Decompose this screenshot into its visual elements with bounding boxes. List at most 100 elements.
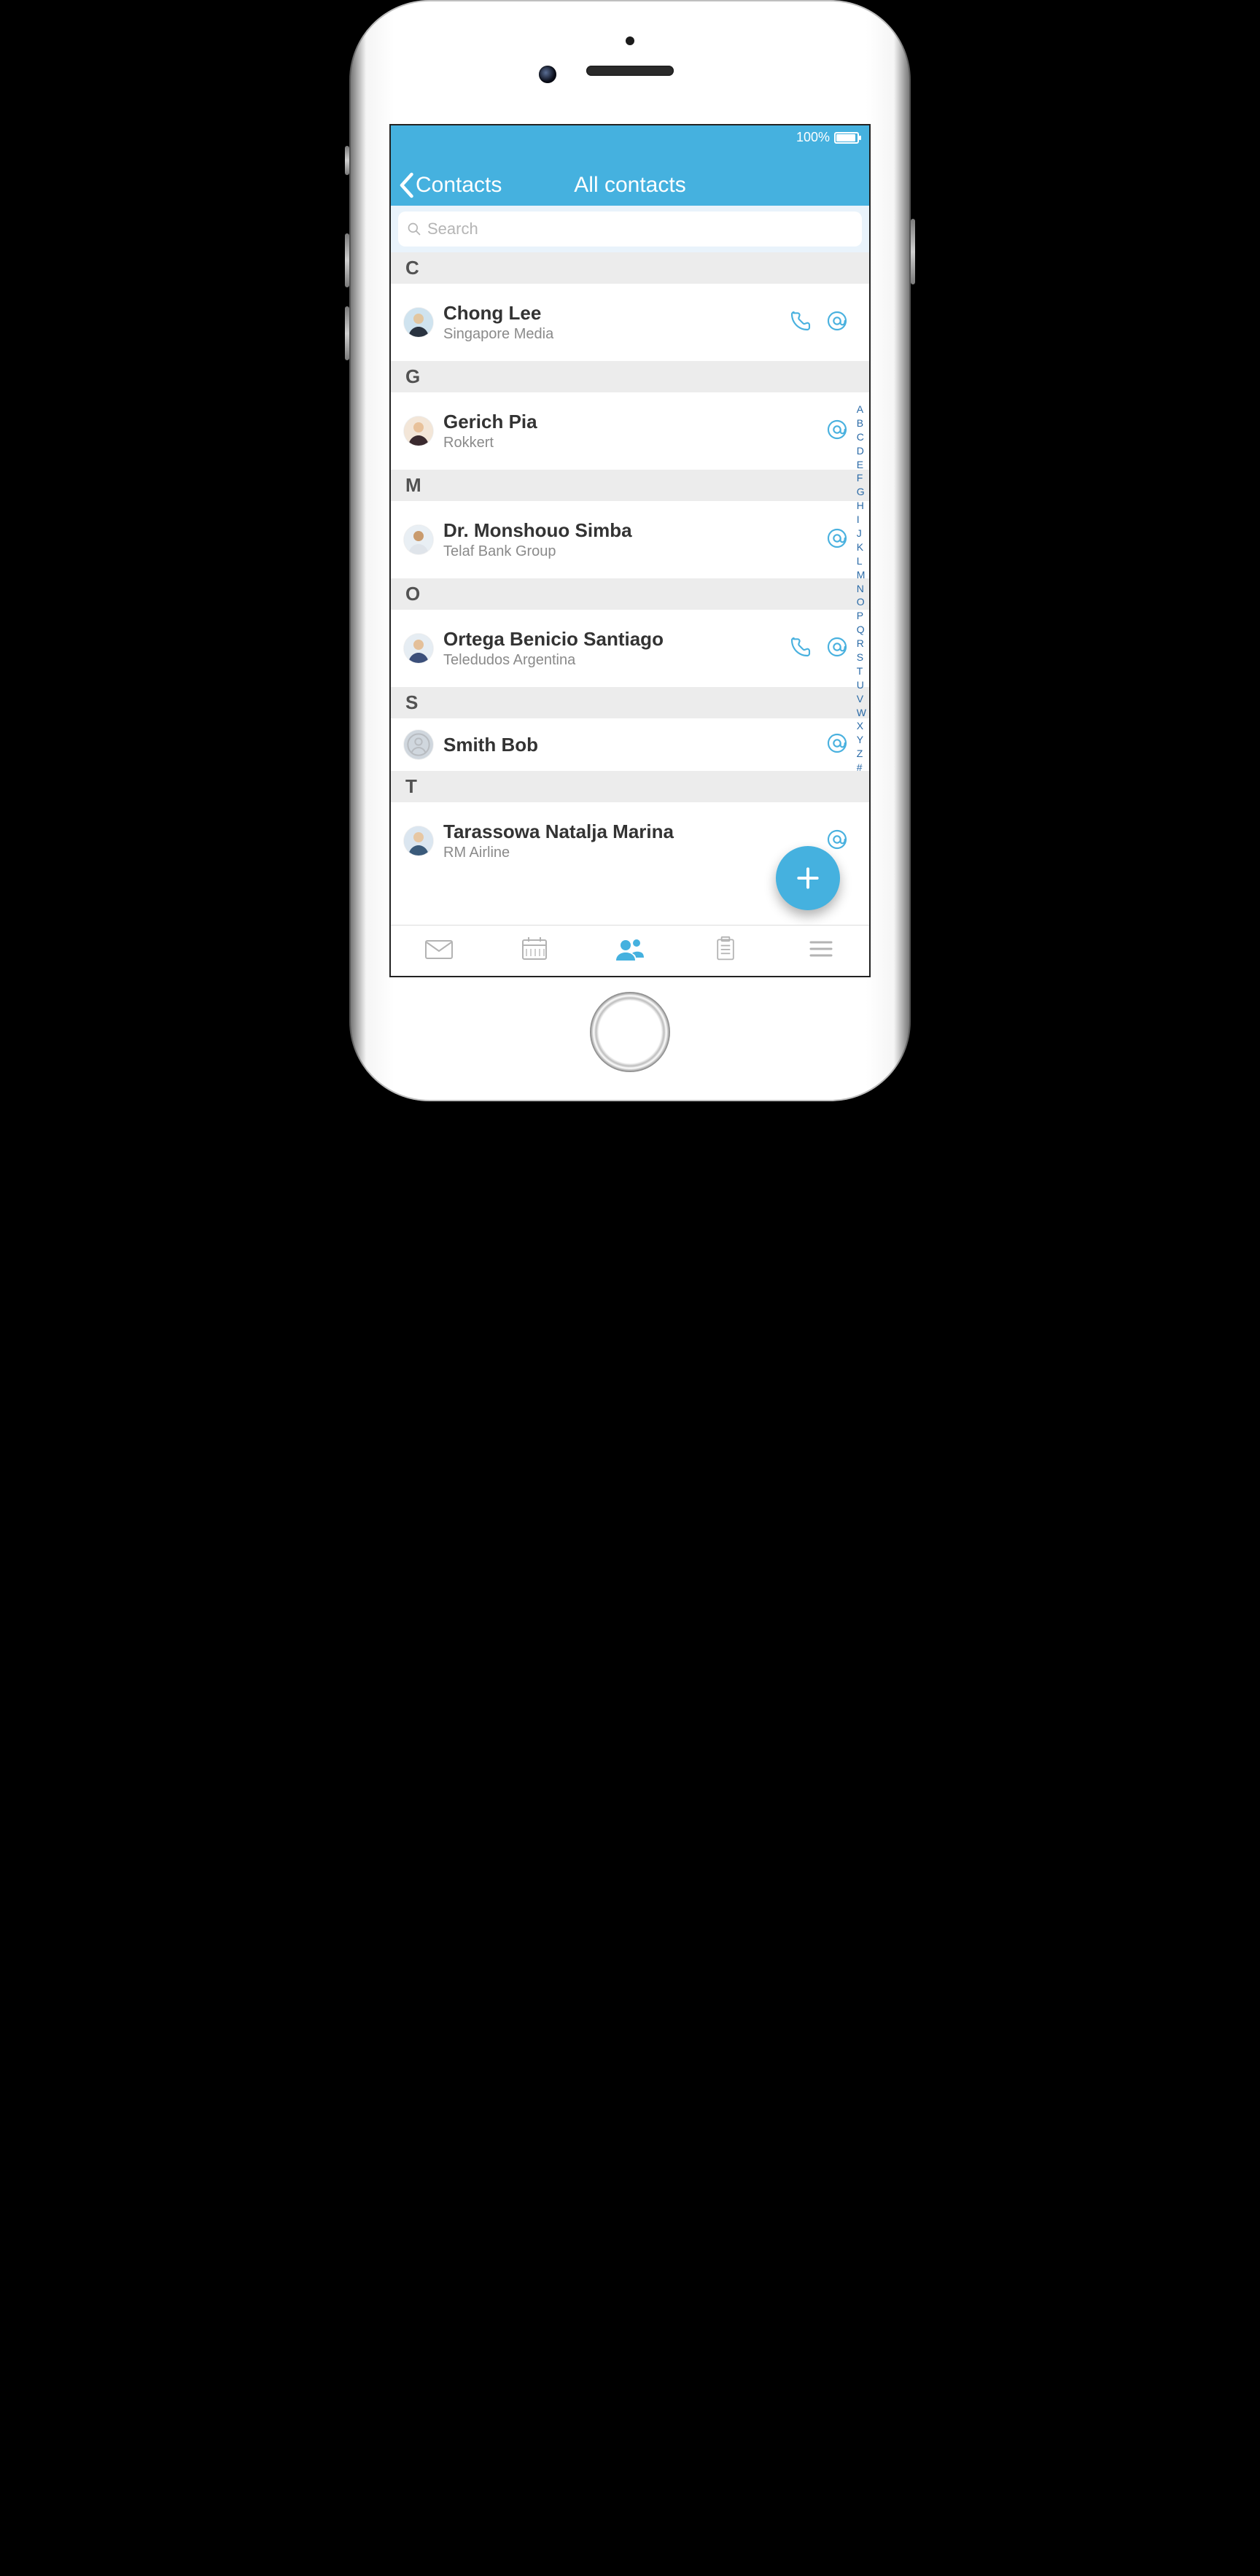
- add-contact-button[interactable]: [776, 846, 840, 910]
- index-letter[interactable]: J: [857, 527, 866, 540]
- section-header: G: [391, 361, 869, 392]
- avatar: [404, 634, 433, 663]
- index-letter[interactable]: B: [857, 416, 866, 430]
- index-letter[interactable]: R: [857, 637, 866, 651]
- avatar-placeholder: [404, 730, 433, 759]
- contact-info: Ortega Benicio SantiagoTeledudos Argenti…: [443, 628, 779, 669]
- index-letter[interactable]: Z: [857, 747, 866, 761]
- contact-info: Dr. Monshouo SimbaTelaf Bank Group: [443, 519, 815, 560]
- contact-actions: [825, 732, 856, 759]
- avatar: [404, 416, 433, 446]
- index-letter[interactable]: X: [857, 719, 866, 733]
- index-letter[interactable]: #: [857, 761, 866, 775]
- email-button[interactable]: [825, 527, 849, 554]
- people-icon: [615, 936, 645, 962]
- proximity-sensor: [626, 36, 634, 45]
- side-button: [345, 146, 349, 175]
- contact-actions: [789, 309, 856, 336]
- contact-info: Chong LeeSingapore Media: [443, 302, 779, 343]
- side-button: [345, 306, 349, 360]
- app-header: 100% Contacts All contacts: [391, 125, 869, 206]
- clipboard-icon: [711, 936, 740, 962]
- index-letter[interactable]: F: [857, 471, 866, 485]
- bottom-tab-bar: [391, 925, 869, 976]
- home-button[interactable]: [590, 992, 670, 1072]
- index-letter[interactable]: A: [857, 403, 866, 416]
- index-letter[interactable]: L: [857, 554, 866, 568]
- call-button[interactable]: [789, 309, 812, 336]
- email-button[interactable]: [825, 828, 849, 855]
- at-icon: [825, 309, 849, 333]
- plus-icon: [794, 864, 822, 892]
- section-header: M: [391, 470, 869, 501]
- contacts-list[interactable]: CChong LeeSingapore MediaGGerich PiaRokk…: [391, 252, 869, 925]
- contact-row[interactable]: Smith Bob: [391, 718, 869, 771]
- index-letter[interactable]: T: [857, 664, 866, 678]
- tab-contacts[interactable]: [615, 936, 645, 966]
- index-letter[interactable]: C: [857, 430, 866, 444]
- index-letter[interactable]: U: [857, 678, 866, 692]
- index-letter[interactable]: P: [857, 609, 866, 623]
- section-header: T: [391, 771, 869, 802]
- battery-icon: [834, 132, 859, 144]
- index-letter[interactable]: Y: [857, 733, 866, 747]
- battery-percent: 100%: [796, 130, 830, 145]
- call-button[interactable]: [789, 635, 812, 662]
- contact-row[interactable]: Chong LeeSingapore Media: [391, 284, 869, 361]
- index-letter[interactable]: H: [857, 499, 866, 513]
- contact-company: Teledudos Argentina: [443, 652, 779, 669]
- at-icon: [825, 527, 849, 550]
- tab-calendar[interactable]: [520, 936, 549, 966]
- at-icon: [825, 418, 849, 441]
- search-bar-container: [391, 206, 869, 252]
- at-icon: [825, 828, 849, 851]
- index-letter[interactable]: E: [857, 458, 866, 472]
- search-input[interactable]: [427, 220, 853, 238]
- at-icon: [825, 732, 849, 755]
- contact-info: Tarassowa Natalja Marina RM Airline: [443, 820, 815, 861]
- index-letter[interactable]: V: [857, 692, 866, 706]
- index-letter[interactable]: S: [857, 651, 866, 664]
- email-button[interactable]: [825, 635, 849, 662]
- contact-name: Gerich Pia: [443, 411, 815, 433]
- contact-company: RM Airline: [443, 845, 815, 861]
- contact-actions: [825, 527, 856, 554]
- email-button[interactable]: [825, 418, 849, 445]
- index-letter[interactable]: G: [857, 485, 866, 499]
- contact-row[interactable]: Gerich PiaRokkert: [391, 392, 869, 470]
- index-letter[interactable]: K: [857, 540, 866, 554]
- contact-company: Telaf Bank Group: [443, 543, 815, 560]
- contact-row[interactable]: Dr. Monshouo SimbaTelaf Bank Group: [391, 501, 869, 578]
- index-letter[interactable]: O: [857, 595, 866, 609]
- chevron-left-icon: [398, 172, 414, 198]
- contact-name: Chong Lee: [443, 302, 779, 325]
- phone-icon: [789, 635, 812, 659]
- index-letter[interactable]: M: [857, 568, 866, 582]
- tab-menu[interactable]: [806, 936, 836, 966]
- index-letter[interactable]: D: [857, 444, 866, 458]
- index-letter[interactable]: W: [857, 706, 866, 720]
- index-letter[interactable]: I: [857, 513, 866, 527]
- email-button[interactable]: [825, 309, 849, 336]
- tab-mail[interactable]: [424, 936, 454, 966]
- index-letter[interactable]: N: [857, 582, 866, 596]
- avatar: [404, 308, 433, 337]
- at-icon: [825, 635, 849, 659]
- search-bar[interactable]: [398, 212, 862, 247]
- menu-icon: [806, 936, 836, 962]
- speaker-grille: [586, 66, 674, 76]
- index-letter[interactable]: Q: [857, 623, 866, 637]
- front-camera: [539, 66, 556, 83]
- email-button[interactable]: [825, 732, 849, 759]
- contact-actions: [825, 418, 856, 445]
- alpha-index[interactable]: ABCDEFGHIJKLMNOPQRSTUVWXYZ#: [857, 403, 866, 775]
- contact-info: Smith Bob: [443, 734, 815, 756]
- contact-row[interactable]: Ortega Benicio SantiagoTeledudos Argenti…: [391, 610, 869, 687]
- phone-icon: [789, 309, 812, 333]
- tab-tasks[interactable]: [711, 936, 740, 966]
- contact-name: Tarassowa Natalja Marina: [443, 820, 815, 843]
- avatar: [404, 525, 433, 554]
- back-button[interactable]: Contacts: [391, 172, 502, 198]
- section-header: C: [391, 252, 869, 284]
- section-header: O: [391, 578, 869, 610]
